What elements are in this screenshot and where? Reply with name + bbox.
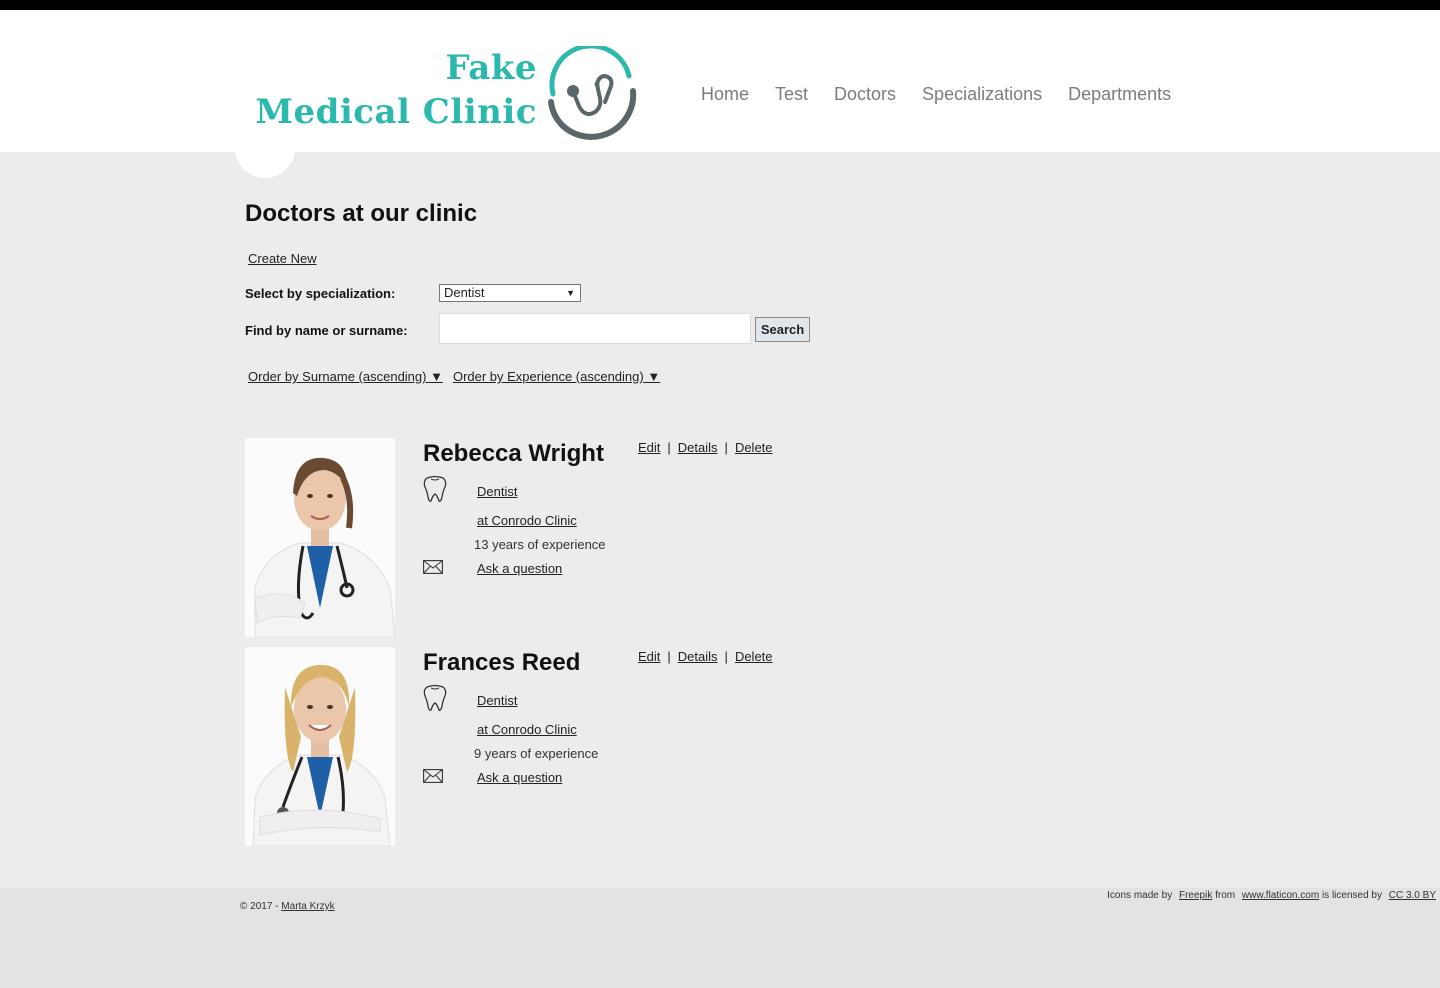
stethoscope-icon: [548, 46, 637, 140]
license-link[interactable]: CC 3.0 BY: [1389, 890, 1436, 901]
search-label: Find by name or surname:: [245, 323, 408, 338]
logo-line-1: Fake: [445, 48, 537, 88]
doctor-name: Frances Reed: [423, 649, 581, 676]
separator: |: [724, 649, 728, 664]
nav-doctors[interactable]: Doctors: [834, 84, 896, 105]
experience-text: 9 years of experience: [474, 746, 599, 761]
ask-question-link[interactable]: Ask a question: [477, 770, 562, 785]
doctor-card: Frances Reed Edit | Details | Delete Dentist…: [245, 647, 805, 847]
top-bar: [0, 0, 1440, 10]
freepik-link[interactable]: Freepik: [1179, 890, 1212, 901]
ask-question-link[interactable]: Ask a question: [477, 561, 562, 576]
separator: |: [667, 649, 671, 664]
clinic-link[interactable]: at Conrodo Clinic: [477, 513, 577, 528]
tooth-icon: [423, 684, 447, 711]
delete-link[interactable]: Delete: [735, 440, 773, 455]
doctor-name: Rebecca Wright: [423, 440, 604, 467]
flaticon-link[interactable]: www.flaticon.com: [1242, 890, 1319, 901]
page-title: Doctors at our clinic: [245, 200, 478, 227]
edit-link[interactable]: Edit: [638, 649, 660, 664]
credits-licensed: is licensed by: [1321, 890, 1382, 901]
separator: |: [667, 440, 671, 455]
specialization-select[interactable]: Dentist ▼: [439, 284, 581, 302]
doctor-photo: [245, 438, 395, 637]
specialization-value: Dentist: [444, 285, 485, 300]
search-button[interactable]: Search: [755, 317, 810, 342]
doctor-actions: Edit | Details | Delete: [638, 649, 773, 664]
nav-test[interactable]: Test: [775, 84, 808, 105]
copyright: © 2017 - Marta Krzyk: [240, 901, 335, 912]
copyright-text: © 2017 -: [240, 901, 279, 912]
logo-text: Fake Medical Clinic: [255, 46, 537, 134]
site-logo[interactable]: Fake Medical Clinic: [255, 46, 640, 146]
nav-departments[interactable]: Departments: [1068, 84, 1171, 105]
details-link[interactable]: Details: [678, 440, 718, 455]
create-new-link[interactable]: Create New: [248, 251, 317, 266]
main-nav: Home Test Doctors Specializations Depart…: [701, 84, 1171, 105]
logo-line-2: Medical Clinic: [255, 92, 537, 132]
author-link[interactable]: Marta Krzyk: [281, 901, 334, 912]
separator: |: [724, 440, 728, 455]
order-by-surname-link[interactable]: Order by Surname (ascending) ▼: [248, 369, 443, 384]
order-links: Order by Surname (ascending) ▼ Order by …: [248, 369, 660, 384]
mail-icon: [423, 769, 443, 783]
edit-link[interactable]: Edit: [638, 440, 660, 455]
doctor-actions: Edit | Details | Delete: [638, 440, 773, 455]
details-link[interactable]: Details: [678, 649, 718, 664]
mail-icon: [423, 560, 443, 574]
search-input[interactable]: [439, 313, 751, 344]
icon-credits: Icons made by Freepik from www.flaticon.…: [1107, 890, 1436, 901]
nav-specializations[interactable]: Specializations: [922, 84, 1042, 105]
tooth-icon: [423, 475, 447, 502]
clinic-link[interactable]: at Conrodo Clinic: [477, 722, 577, 737]
dropdown-arrow-icon: ▼: [566, 288, 575, 298]
delete-link[interactable]: Delete: [735, 649, 773, 664]
experience-text: 13 years of experience: [474, 537, 606, 552]
order-by-experience-link[interactable]: Order by Experience (ascending) ▼: [453, 369, 660, 384]
credits-prefix: Icons made by: [1107, 890, 1173, 901]
doctor-card: Rebecca Wright Edit | Details | Delete Denti…: [245, 438, 805, 638]
nav-home[interactable]: Home: [701, 84, 749, 105]
credits-from: from: [1215, 890, 1236, 901]
specialization-label: Select by specialization:: [245, 286, 396, 301]
specialization-link[interactable]: Dentist: [477, 693, 517, 708]
doctor-photo: [245, 647, 395, 846]
specialization-link[interactable]: Dentist: [477, 484, 517, 499]
site-header: Fake Medical Clinic Home Test Doctors Sp…: [0, 10, 1440, 152]
main-content: Doctors at our clinic Create New Select …: [245, 200, 945, 384]
site-footer: © 2017 - Marta Krzyk Icons made by Freep…: [0, 888, 1440, 988]
